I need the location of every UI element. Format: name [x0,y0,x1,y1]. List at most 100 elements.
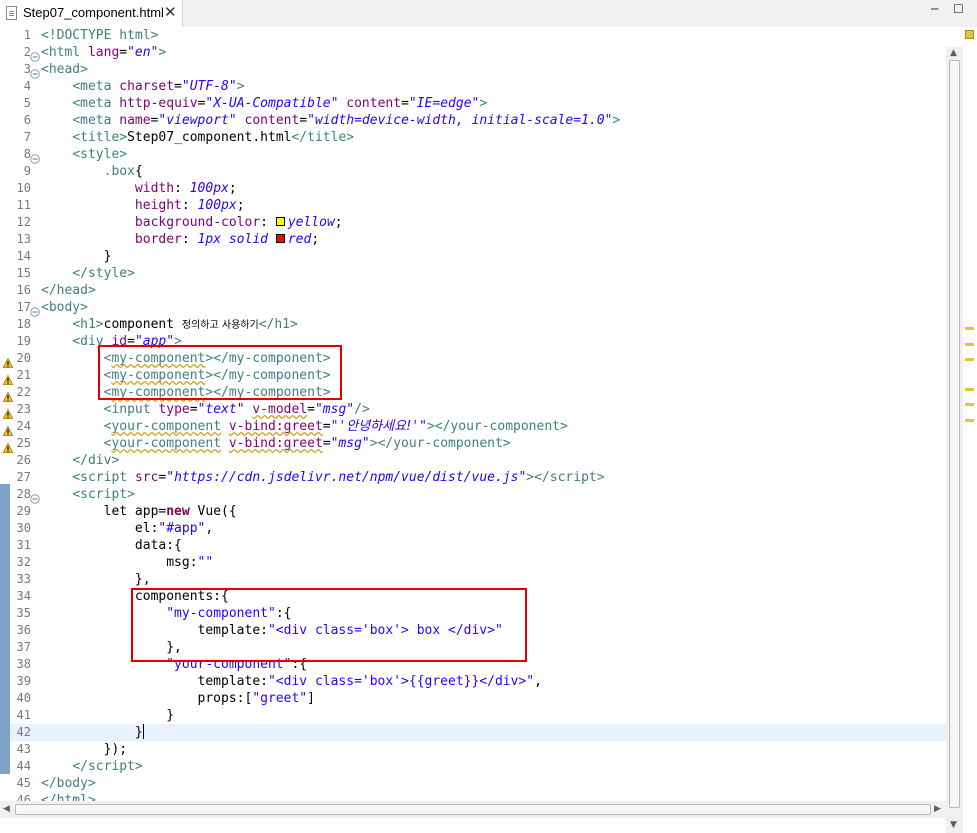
code-line[interactable]: 28 <script> [0,486,946,504]
code-text[interactable]: msg:"" [41,554,213,571]
code-text[interactable]: data:{ [41,537,182,554]
code-line[interactable]: 9 .box{ [0,163,946,180]
warning-marker[interactable] [965,388,974,391]
code-line[interactable]: 16 </head> [0,282,946,299]
code-line[interactable]: 31 data:{ [0,537,946,554]
code-text[interactable]: }); [41,741,127,758]
code-line[interactable]: 24 <your-component v-bind:greet="'안녕하세요!… [0,418,946,436]
code-line[interactable]: 15 </style> [0,265,946,282]
vertical-scrollbar[interactable]: ▲ ▼ [946,47,963,833]
code-text[interactable]: <meta name="viewport" content="width=dev… [41,112,620,129]
code-text[interactable]: <!DOCTYPE html> [41,27,158,44]
warning-marker[interactable] [965,358,974,361]
code-text[interactable]: <head> [41,61,88,78]
code-line[interactable]: 25 <your-component v-bind:greet="msg"></… [0,435,946,453]
code-line[interactable]: 12 background-color: yellow; [0,214,946,231]
code-text[interactable]: <meta http-equiv="X-UA-Compatible" conte… [41,95,487,112]
code-text[interactable]: border: 1px solid red; [41,231,319,248]
overview-ruler[interactable] [963,27,977,818]
fold-toggle-icon[interactable] [30,489,40,504]
code-line[interactable]: 1 <!DOCTYPE html> [0,27,946,44]
code-line[interactable]: 30 el:"#app", [0,520,946,537]
fold-toggle-icon[interactable] [30,302,40,317]
close-icon[interactable]: ✕ [164,3,177,21]
vertical-scroll-thumb[interactable] [949,60,960,808]
code-text[interactable]: <your-component v-bind:greet="'안녕하세요!'">… [41,418,568,435]
code-text[interactable]: template:"<div class='box'>{{greet}}</di… [41,673,542,690]
code-text[interactable]: width: 100px; [41,180,237,197]
scroll-right-icon[interactable]: ▶ [934,804,941,814]
code-line[interactable]: 23 <input type="text" v-model="msg"/> [0,401,946,419]
horizontal-scrollbar[interactable]: ◀ ▶ [0,801,946,818]
tab-title[interactable]: Step07_component.html [23,5,164,20]
code-text[interactable]: </style> [41,265,135,282]
warning-icon[interactable] [2,353,14,368]
code-text[interactable]: el:"#app", [41,520,213,537]
code-text[interactable]: </script> [41,758,142,775]
code-text[interactable]: <title>Step07_component.html</title> [41,129,354,146]
code-text[interactable]: </body> [41,775,96,792]
code-line[interactable]: 39 template:"<div class='box'>{{greet}}<… [0,673,946,690]
code-line[interactable]: 17 <body> [0,299,946,317]
code-line[interactable]: 41 } [0,707,946,724]
scroll-down-icon[interactable]: ▼ [950,820,957,830]
fold-toggle-icon[interactable] [30,149,40,164]
horizontal-scroll-thumb[interactable] [15,804,931,815]
code-line[interactable]: 5 <meta http-equiv="X-UA-Compatible" con… [0,95,946,112]
code-text[interactable]: <input type="text" v-model="msg"/> [41,401,370,418]
code-text[interactable]: <style> [41,146,127,163]
code-text[interactable]: } [41,724,144,741]
code-text[interactable]: props:["greet"] [41,690,315,707]
code-line[interactable]: 6 <meta name="viewport" content="width=d… [0,112,946,129]
code-text[interactable]: </div> [41,452,119,469]
code-line[interactable]: 42 } [0,724,946,741]
code-text[interactable]: <meta charset="UTF-8"> [41,78,244,95]
code-text[interactable]: height: 100px; [41,197,245,214]
warning-marker[interactable] [965,327,974,330]
code-text[interactable]: } [41,707,174,724]
code-line[interactable]: 44 </script> [0,758,946,775]
warning-icon[interactable] [2,438,14,453]
scroll-left-icon[interactable]: ◀ [3,804,10,814]
editor-tab[interactable]: Step07_component.html ✕ [0,0,183,27]
code-editor[interactable]: 1 <!DOCTYPE html> 2 <html lang="en"> 3 <head>… [0,27,977,833]
code-line[interactable]: 40 props:["greet"] [0,690,946,707]
warning-icon[interactable] [2,370,14,385]
code-text[interactable]: }, [41,571,151,588]
fold-toggle-icon[interactable] [30,47,40,62]
warning-icon[interactable] [2,421,14,436]
scroll-up-icon[interactable]: ▲ [950,48,957,58]
code-line[interactable]: 14 } [0,248,946,265]
minimize-button[interactable]: ─ [931,2,938,16]
code-text[interactable]: <script> [41,486,135,503]
code-text[interactable]: background-color: yellow; [41,214,343,231]
warning-icon[interactable] [2,387,14,402]
warning-marker[interactable] [965,419,974,422]
code-line[interactable]: 18 <h1>component 정의하고 사용하기</h1> [0,316,946,333]
code-line[interactable]: 26 </div> [0,452,946,469]
code-line[interactable]: 43 }); [0,741,946,758]
warning-marker[interactable] [965,403,974,406]
warning-icon[interactable] [2,404,14,419]
code-line[interactable]: 32 msg:"" [0,554,946,571]
code-line[interactable]: 10 width: 100px; [0,180,946,197]
code-line[interactable]: 3 <head> [0,61,946,79]
code-text[interactable]: <body> [41,299,88,316]
code-line[interactable]: 45 </body> [0,775,946,792]
warning-marker[interactable] [965,343,974,346]
code-text[interactable]: <html lang="en"> [41,44,166,61]
code-text[interactable]: </head> [41,282,96,299]
code-text[interactable]: <your-component v-bind:greet="msg"></you… [41,435,511,452]
code-line[interactable]: 27 <script src="https://cdn.jsdelivr.net… [0,469,946,486]
code-text[interactable]: <script src="https://cdn.jsdelivr.net/np… [41,469,604,486]
code-text[interactable]: .box{ [41,163,143,180]
code-line[interactable]: 13 border: 1px solid red; [0,231,946,248]
code-line[interactable]: 4 <meta charset="UTF-8"> [0,78,946,95]
code-line[interactable]: 29 let app=new Vue({ [0,503,946,520]
code-text[interactable]: let app=new Vue({ [41,503,237,520]
warning-summary-icon[interactable] [965,30,974,39]
code-line[interactable]: 8 <style> [0,146,946,164]
maximize-button[interactable]: ☐ [953,2,964,16]
code-text[interactable]: <h1>component 정의하고 사용하기</h1> [41,316,298,334]
code-line[interactable]: 7 <title>Step07_component.html</title> [0,129,946,146]
